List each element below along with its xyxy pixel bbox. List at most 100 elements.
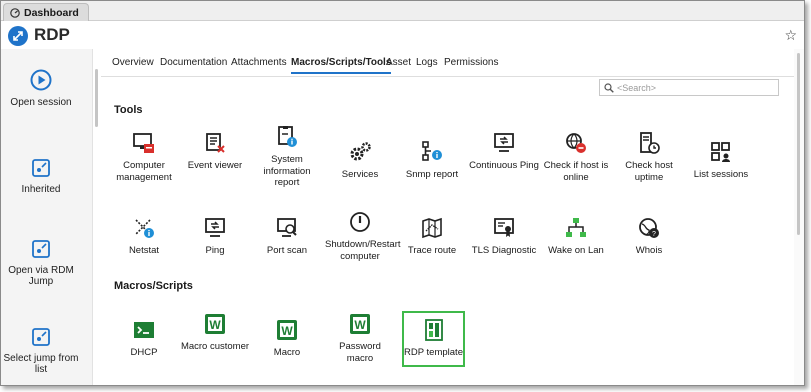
session-icon	[32, 240, 50, 258]
continuous-ping-icon	[494, 133, 514, 152]
search-icon	[604, 82, 614, 93]
tile-label: System information report	[263, 154, 311, 188]
tile-label: DHCP	[130, 347, 158, 358]
tool-system-information-report[interactable]: System information report	[252, 125, 322, 189]
macro-icon: W	[277, 320, 297, 340]
tab-permissions[interactable]: Permissions	[444, 57, 498, 68]
main-content: Overview Documentation Attachments Macro…	[101, 49, 804, 385]
whois-icon: ?	[639, 218, 659, 238]
sidebar-item-select-jump[interactable]: Select jump from list	[1, 327, 81, 375]
computer-management-icon	[133, 133, 154, 153]
macro-customer[interactable]: W Macro customer	[180, 312, 250, 353]
tile-label: Ping	[205, 245, 225, 256]
tile-label: Event viewer	[187, 160, 243, 171]
svg-text:W: W	[209, 318, 221, 332]
tool-list-sessions[interactable]: List sessions	[686, 140, 756, 181]
tool-shutdown-restart[interactable]: Shutdown/Restart computer	[325, 210, 401, 262]
sidebar-item-open-via-rdm-jump[interactable]: Open via RDM Jump	[1, 239, 81, 287]
tile-label: List sessions	[693, 169, 749, 180]
tool-trace-route[interactable]: Trace route	[397, 216, 467, 257]
dashboard-icon	[10, 7, 20, 18]
rdp-icon	[8, 26, 28, 46]
tab-macros-scripts-tools[interactable]: Macros/Scripts/Tools	[291, 57, 392, 74]
snmp-report-icon	[422, 141, 442, 161]
play-circle-icon	[30, 69, 52, 91]
tool-whois[interactable]: ? Whois	[614, 216, 684, 257]
tile-label: Services	[341, 169, 379, 180]
tls-diagnostic-icon	[494, 218, 514, 237]
sidebar-scrollbar[interactable]	[95, 69, 98, 127]
tile-label: TLS Diagnostic	[471, 245, 537, 256]
macros-section-title: Macros/Scripts	[114, 280, 193, 292]
tool-port-scan[interactable]: Port scan	[252, 216, 322, 257]
sidebar-item-label: Inherited	[21, 184, 61, 195]
event-viewer-icon	[206, 133, 225, 153]
tool-event-viewer[interactable]: Event viewer	[180, 131, 250, 172]
tile-label: Check if host is online	[543, 160, 609, 183]
dashboard-tab[interactable]: Dashboard	[3, 3, 89, 21]
tile-label: Computer management	[116, 160, 172, 183]
tile-label: Snmp report	[405, 169, 459, 180]
content-scrollbar[interactable]	[794, 49, 804, 385]
sidebar-item-inherited[interactable]: Inherited	[1, 158, 81, 195]
tab-attachments[interactable]: Attachments	[231, 57, 287, 68]
svg-text:W: W	[281, 324, 293, 338]
session-icon	[32, 159, 50, 177]
power-icon	[350, 212, 370, 232]
template-icon	[424, 319, 443, 341]
ping-icon	[205, 218, 225, 237]
tool-wake-on-lan[interactable]: Wake on Lan	[541, 216, 611, 257]
macro-password[interactable]: W Password macro	[325, 312, 395, 364]
tile-label: Wake on Lan	[548, 245, 604, 256]
search-input[interactable]: <Search>	[599, 79, 779, 96]
tab-asset[interactable]: Asset	[386, 57, 411, 68]
tool-computer-management[interactable]: Computer management	[109, 131, 179, 183]
page-title: RDP	[34, 25, 70, 44]
tab-documentation[interactable]: Documentation	[160, 57, 227, 68]
action-sidebar: Open session Inherited Open via RDM Jump…	[1, 49, 93, 385]
tile-label: RDP template	[404, 347, 463, 358]
tab-overview[interactable]: Overview	[112, 57, 154, 68]
document-tab-strip: Dashboard	[1, 1, 804, 21]
tile-label: Netstat	[128, 245, 160, 256]
tool-netstat[interactable]: Netstat	[109, 216, 179, 257]
tile-label: Whois	[635, 245, 663, 256]
netstat-icon	[135, 219, 154, 238]
scrollbar-thumb[interactable]	[797, 53, 800, 235]
gear-icon	[350, 142, 371, 161]
macro-icon: W	[350, 314, 370, 334]
tile-label: Trace route	[407, 245, 457, 256]
tile-label: Port scan	[266, 245, 308, 256]
tile-label: Check host uptime	[625, 160, 673, 183]
session-icon	[32, 328, 50, 346]
app-window: Dashboard RDP ☆ Open session Inherited O…	[0, 0, 805, 386]
dashboard-tab-label: Dashboard	[24, 6, 79, 19]
check-host-online-icon	[566, 133, 586, 153]
star-icon[interactable]: ☆	[784, 27, 797, 44]
search-placeholder: <Search>	[617, 82, 657, 93]
tool-check-host-uptime[interactable]: Check host uptime	[614, 131, 684, 183]
macro-macro[interactable]: W Macro	[252, 318, 322, 359]
svg-text:W: W	[354, 318, 366, 332]
tool-tls-diagnostic[interactable]: TLS Diagnostic	[469, 216, 539, 257]
macro-icon: W	[205, 314, 225, 334]
terminal-icon	[134, 322, 154, 338]
macro-dhcp[interactable]: DHCP	[109, 318, 179, 359]
tool-services[interactable]: Services	[325, 140, 395, 181]
sidebar-item-label: Open session	[10, 97, 72, 108]
tab-logs[interactable]: Logs	[416, 57, 438, 68]
entry-header: RDP ☆	[1, 21, 804, 49]
tab-bar: Overview Documentation Attachments Macro…	[101, 49, 804, 77]
sidebar-item-label: Select jump from list	[3, 353, 79, 375]
tool-check-if-host-is-online[interactable]: Check if host is online	[541, 131, 611, 183]
network-icon	[566, 218, 586, 237]
tool-ping[interactable]: Ping	[180, 216, 250, 257]
host-uptime-icon	[640, 132, 660, 154]
macro-rdp-template[interactable]: RDP template	[402, 311, 465, 367]
tool-continuous-ping[interactable]: Continuous Ping	[469, 131, 539, 172]
port-scan-icon	[277, 218, 297, 237]
tool-snmp-report[interactable]: Snmp report	[397, 140, 467, 181]
tile-label: Macro	[273, 347, 301, 358]
sidebar-item-label: Open via RDM Jump	[8, 265, 74, 287]
sidebar-item-open-session[interactable]: Open session	[1, 69, 81, 108]
